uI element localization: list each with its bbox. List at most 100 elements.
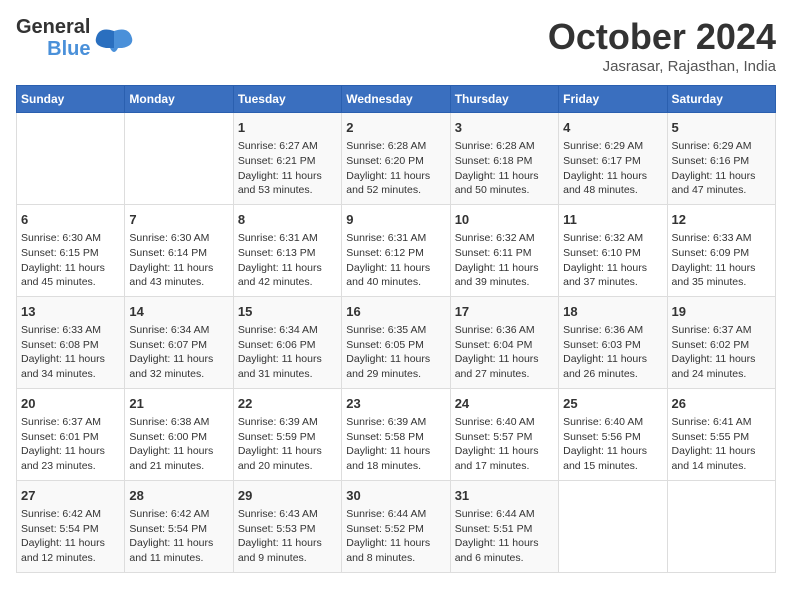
calendar-cell: 29 Sunrise: 6:43 AM Sunset: 5:53 PM Dayli… bbox=[233, 480, 341, 572]
weekday-header-monday: Monday bbox=[125, 86, 233, 113]
weekday-header-saturday: Saturday bbox=[667, 86, 775, 113]
day-number: 30 bbox=[346, 487, 445, 505]
day-number: 31 bbox=[455, 487, 554, 505]
day-info: Sunrise: 6:37 AM Sunset: 6:01 PM Dayligh… bbox=[21, 415, 120, 474]
day-info: Sunrise: 6:40 AM Sunset: 5:56 PM Dayligh… bbox=[563, 415, 662, 474]
calendar-week-4: 20 Sunrise: 6:37 AM Sunset: 6:01 PM Dayli… bbox=[17, 388, 776, 480]
calendar-cell: 15Sunrise: 6:34 AM Sunset: 6:06 PM Dayli… bbox=[233, 296, 341, 388]
calendar-cell: 6Sunrise: 6:30 AM Sunset: 6:15 PM Daylig… bbox=[17, 204, 125, 296]
calendar-cell: 4 Sunrise: 6:29 AM Sunset: 6:17 PM Daylig… bbox=[559, 113, 667, 205]
weekday-header-friday: Friday bbox=[559, 86, 667, 113]
calendar-cell: 25 Sunrise: 6:40 AM Sunset: 5:56 PM Dayli… bbox=[559, 388, 667, 480]
day-number: 4 bbox=[563, 119, 662, 137]
logo-icon bbox=[94, 26, 122, 54]
day-info: Sunrise: 6:34 AM Sunset: 6:06 PM Dayligh… bbox=[238, 323, 337, 382]
day-number: 2 bbox=[346, 119, 445, 137]
calendar-cell: 5 Sunrise: 6:29 AM Sunset: 6:16 PM Daylig… bbox=[667, 113, 775, 205]
calendar-cell: 3Sunrise: 6:28 AM Sunset: 6:18 PM Daylig… bbox=[450, 113, 558, 205]
calendar-cell: 24 Sunrise: 6:40 AM Sunset: 5:57 PM Dayli… bbox=[450, 388, 558, 480]
day-number: 7 bbox=[129, 211, 228, 229]
calendar-cell: 17Sunrise: 6:36 AM Sunset: 6:04 PM Dayli… bbox=[450, 296, 558, 388]
calendar-cell: 26 Sunrise: 6:41 AM Sunset: 5:55 PM Dayli… bbox=[667, 388, 775, 480]
day-info: Sunrise: 6:27 AM Sunset: 6:21 PM Dayligh… bbox=[238, 139, 337, 198]
day-info: Sunrise: 6:29 AM Sunset: 6:16 PM Dayligh… bbox=[672, 139, 771, 198]
day-number: 9 bbox=[346, 211, 445, 229]
calendar-cell bbox=[559, 480, 667, 572]
day-number: 26 bbox=[672, 395, 771, 413]
calendar-table: SundayMondayTuesdayWednesdayThursdayFrid… bbox=[16, 85, 776, 573]
calendar-cell: 8Sunrise: 6:31 AM Sunset: 6:13 PM Daylig… bbox=[233, 204, 341, 296]
calendar-header: SundayMondayTuesdayWednesdayThursdayFrid… bbox=[17, 86, 776, 113]
day-info: Sunrise: 6:38 AM Sunset: 6:00 PM Dayligh… bbox=[129, 415, 228, 474]
title-block: October 2024 Jasrasar, Rajasthan, India bbox=[548, 16, 776, 75]
calendar-week-5: 27 Sunrise: 6:42 AM Sunset: 5:54 PM Dayli… bbox=[17, 480, 776, 572]
day-number: 16 bbox=[346, 303, 445, 321]
calendar-cell: 21 Sunrise: 6:38 AM Sunset: 6:00 PM Dayli… bbox=[125, 388, 233, 480]
day-info: Sunrise: 6:30 AM Sunset: 6:14 PM Dayligh… bbox=[129, 231, 228, 290]
calendar-cell: 16 Sunrise: 6:35 AM Sunset: 6:05 PM Dayli… bbox=[342, 296, 450, 388]
day-info: Sunrise: 6:41 AM Sunset: 5:55 PM Dayligh… bbox=[672, 415, 771, 474]
calendar-body: 1 Sunrise: 6:27 AM Sunset: 6:21 PM Daylig… bbox=[17, 113, 776, 573]
day-number: 1 bbox=[238, 119, 337, 137]
day-number: 5 bbox=[672, 119, 771, 137]
day-number: 29 bbox=[238, 487, 337, 505]
weekday-header-row: SundayMondayTuesdayWednesdayThursdayFrid… bbox=[17, 86, 776, 113]
calendar-cell: 2 Sunrise: 6:28 AM Sunset: 6:20 PM Daylig… bbox=[342, 113, 450, 205]
day-number: 25 bbox=[563, 395, 662, 413]
weekday-header-tuesday: Tuesday bbox=[233, 86, 341, 113]
logo-text-general: General bbox=[16, 16, 90, 38]
day-number: 19 bbox=[672, 303, 771, 321]
day-info: Sunrise: 6:42 AM Sunset: 5:54 PM Dayligh… bbox=[129, 507, 228, 566]
day-number: 8 bbox=[238, 211, 337, 229]
day-info: Sunrise: 6:28 AM Sunset: 6:20 PM Dayligh… bbox=[346, 139, 445, 198]
calendar-cell: 31 Sunrise: 6:44 AM Sunset: 5:51 PM Dayli… bbox=[450, 480, 558, 572]
day-number: 27 bbox=[21, 487, 120, 505]
day-info: Sunrise: 6:44 AM Sunset: 5:51 PM Dayligh… bbox=[455, 507, 554, 566]
day-info: Sunrise: 6:40 AM Sunset: 5:57 PM Dayligh… bbox=[455, 415, 554, 474]
day-info: Sunrise: 6:33 AM Sunset: 6:09 PM Dayligh… bbox=[672, 231, 771, 290]
day-number: 20 bbox=[21, 395, 120, 413]
page-header: General Blue October 2024 Jasrasar, Raja… bbox=[16, 16, 776, 75]
calendar-cell: 23 Sunrise: 6:39 AM Sunset: 5:58 PM Dayli… bbox=[342, 388, 450, 480]
day-info: Sunrise: 6:29 AM Sunset: 6:17 PM Dayligh… bbox=[563, 139, 662, 198]
day-info: Sunrise: 6:43 AM Sunset: 5:53 PM Dayligh… bbox=[238, 507, 337, 566]
day-number: 3 bbox=[455, 119, 554, 137]
day-number: 12 bbox=[672, 211, 771, 229]
calendar-cell: 22 Sunrise: 6:39 AM Sunset: 5:59 PM Dayli… bbox=[233, 388, 341, 480]
weekday-header-sunday: Sunday bbox=[17, 86, 125, 113]
day-number: 10 bbox=[455, 211, 554, 229]
day-number: 22 bbox=[238, 395, 337, 413]
calendar-cell: 9Sunrise: 6:31 AM Sunset: 6:12 PM Daylig… bbox=[342, 204, 450, 296]
calendar-cell: 27Sunrise: 6:42 AM Sunset: 5:54 PM Dayli… bbox=[17, 480, 125, 572]
month-title: October 2024 bbox=[548, 16, 776, 58]
calendar-week-1: 1 Sunrise: 6:27 AM Sunset: 6:21 PM Daylig… bbox=[17, 113, 776, 205]
day-info: Sunrise: 6:32 AM Sunset: 6:11 PM Dayligh… bbox=[455, 231, 554, 290]
day-number: 13 bbox=[21, 303, 120, 321]
calendar-cell: 13Sunrise: 6:33 AM Sunset: 6:08 PM Dayli… bbox=[17, 296, 125, 388]
day-number: 21 bbox=[129, 395, 228, 413]
calendar-cell: 7 Sunrise: 6:30 AM Sunset: 6:14 PM Daylig… bbox=[125, 204, 233, 296]
day-number: 28 bbox=[129, 487, 228, 505]
day-info: Sunrise: 6:35 AM Sunset: 6:05 PM Dayligh… bbox=[346, 323, 445, 382]
day-number: 11 bbox=[563, 211, 662, 229]
calendar-cell: 14 Sunrise: 6:34 AM Sunset: 6:07 PM Dayli… bbox=[125, 296, 233, 388]
calendar-cell: 20 Sunrise: 6:37 AM Sunset: 6:01 PM Dayli… bbox=[17, 388, 125, 480]
day-info: Sunrise: 6:36 AM Sunset: 6:03 PM Dayligh… bbox=[563, 323, 662, 382]
calendar-cell: 28 Sunrise: 6:42 AM Sunset: 5:54 PM Dayli… bbox=[125, 480, 233, 572]
calendar-cell bbox=[667, 480, 775, 572]
day-number: 14 bbox=[129, 303, 228, 321]
logo: General Blue bbox=[16, 16, 122, 60]
day-number: 6 bbox=[21, 211, 120, 229]
weekday-header-wednesday: Wednesday bbox=[342, 86, 450, 113]
day-info: Sunrise: 6:34 AM Sunset: 6:07 PM Dayligh… bbox=[129, 323, 228, 382]
day-number: 24 bbox=[455, 395, 554, 413]
calendar-week-2: 6Sunrise: 6:30 AM Sunset: 6:15 PM Daylig… bbox=[17, 204, 776, 296]
day-info: Sunrise: 6:39 AM Sunset: 5:59 PM Dayligh… bbox=[238, 415, 337, 474]
day-number: 23 bbox=[346, 395, 445, 413]
weekday-header-thursday: Thursday bbox=[450, 86, 558, 113]
calendar-cell: 19Sunrise: 6:37 AM Sunset: 6:02 PM Dayli… bbox=[667, 296, 775, 388]
calendar-cell: 12 Sunrise: 6:33 AM Sunset: 6:09 PM Dayli… bbox=[667, 204, 775, 296]
day-info: Sunrise: 6:39 AM Sunset: 5:58 PM Dayligh… bbox=[346, 415, 445, 474]
day-number: 17 bbox=[455, 303, 554, 321]
calendar-cell: 11Sunrise: 6:32 AM Sunset: 6:10 PM Dayli… bbox=[559, 204, 667, 296]
